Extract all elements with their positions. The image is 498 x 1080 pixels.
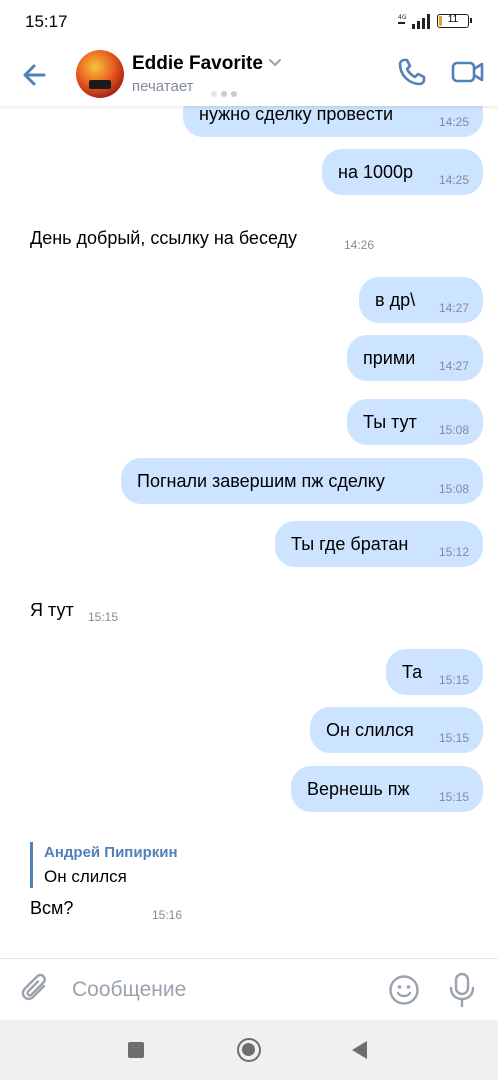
outgoing-message[interactable]: Вернешь пж 15:15 [291,766,483,812]
network-type-label: 4G [398,14,407,21]
message-text: Всм? [30,898,74,918]
home-icon[interactable] [237,1038,261,1062]
message-time: 15:15 [438,731,469,745]
incoming-message[interactable]: День добрый, ссылку на беседу 14:26 [30,228,390,254]
back-arrow-icon[interactable] [18,58,52,92]
chat-header: Eddie Favorite печатает [0,44,498,106]
message-text: Он слился [326,720,414,740]
system-nav-bar [0,1020,498,1080]
outgoing-message[interactable]: Та 15:15 [386,649,483,695]
message-text: Ты где братан [291,534,409,554]
message-time: 15:12 [438,545,469,559]
incoming-message[interactable]: Всм? 15:16 [30,898,210,924]
message-text: на 1000р [338,162,414,182]
message-time: 15:15 [438,790,469,804]
message-text: Вернешь пж [307,779,410,799]
outgoing-message[interactable]: на 1000р 14:25 [322,149,483,195]
contact-name[interactable]: Eddie Favorite [132,53,263,75]
battery-icon: 11 [437,14,472,28]
outgoing-message[interactable]: Погнали завершим пж сделку 15:08 [121,458,483,504]
typing-status: печатает [132,78,194,95]
avatar[interactable] [76,50,124,98]
message-text: День добрый, ссылку на беседу [30,228,298,248]
microphone-icon[interactable] [448,972,476,1008]
message-text: Погнали завершим пж сделку [137,471,385,491]
message-text: прими [363,348,416,368]
message-time: 14:25 [438,173,469,187]
message-list[interactable]: нужно сделку провести 14:25 на 1000р 14:… [0,106,498,958]
message-text: Ты тут [363,412,417,432]
video-camera-icon[interactable] [451,58,485,86]
outgoing-message[interactable]: Ты где братан 15:12 [275,521,483,567]
battery-level: 11 [447,14,459,25]
message-time: 14:27 [438,359,469,373]
outgoing-message[interactable]: Он слился 15:15 [310,707,483,753]
message-time: 15:08 [438,423,469,437]
outgoing-message[interactable]: прими 14:27 [347,335,483,381]
message-text: Я тут [30,600,74,620]
message-time: 14:27 [438,301,469,315]
reply-text: Он слился [44,867,127,886]
paperclip-icon[interactable] [20,972,52,1006]
outgoing-message[interactable]: Ты тут 15:08 [347,399,483,445]
message-text: Та [402,662,423,682]
phone-icon[interactable] [396,56,428,88]
message-time: 15:08 [438,482,469,496]
message-time: 14:25 [438,115,469,129]
message-composer [0,958,498,1020]
outgoing-message[interactable]: в др\ 14:27 [359,277,483,323]
message-time: 15:15 [88,610,119,624]
message-time: 14:26 [344,238,375,252]
message-time: 15:15 [438,673,469,687]
status-time: 15:17 [25,12,68,31]
chat-screen: 15:17 4G 11 Eddie Favorite печатает нужн… [0,0,498,1080]
recent-apps-icon[interactable] [128,1042,144,1058]
smiley-icon[interactable] [388,974,420,1006]
message-time: 15:16 [152,908,183,922]
reply-quote[interactable]: Андрей Пипиркин Он слился [30,842,230,888]
message-text: в др\ [375,290,416,310]
message-input[interactable] [72,973,362,1007]
signal-icon: 4G [398,14,430,29]
status-bar: 15:17 4G 11 [0,0,498,44]
message-text: нужно сделку провести [199,106,394,124]
outgoing-message[interactable]: нужно сделку провести 14:25 [183,106,483,137]
typing-dots-icon [211,84,241,102]
chevron-down-icon[interactable] [268,58,282,68]
incoming-message[interactable]: Я тут 15:15 [30,600,150,626]
nav-back-icon[interactable] [352,1041,367,1059]
reply-author: Андрей Пипиркин [44,844,178,861]
